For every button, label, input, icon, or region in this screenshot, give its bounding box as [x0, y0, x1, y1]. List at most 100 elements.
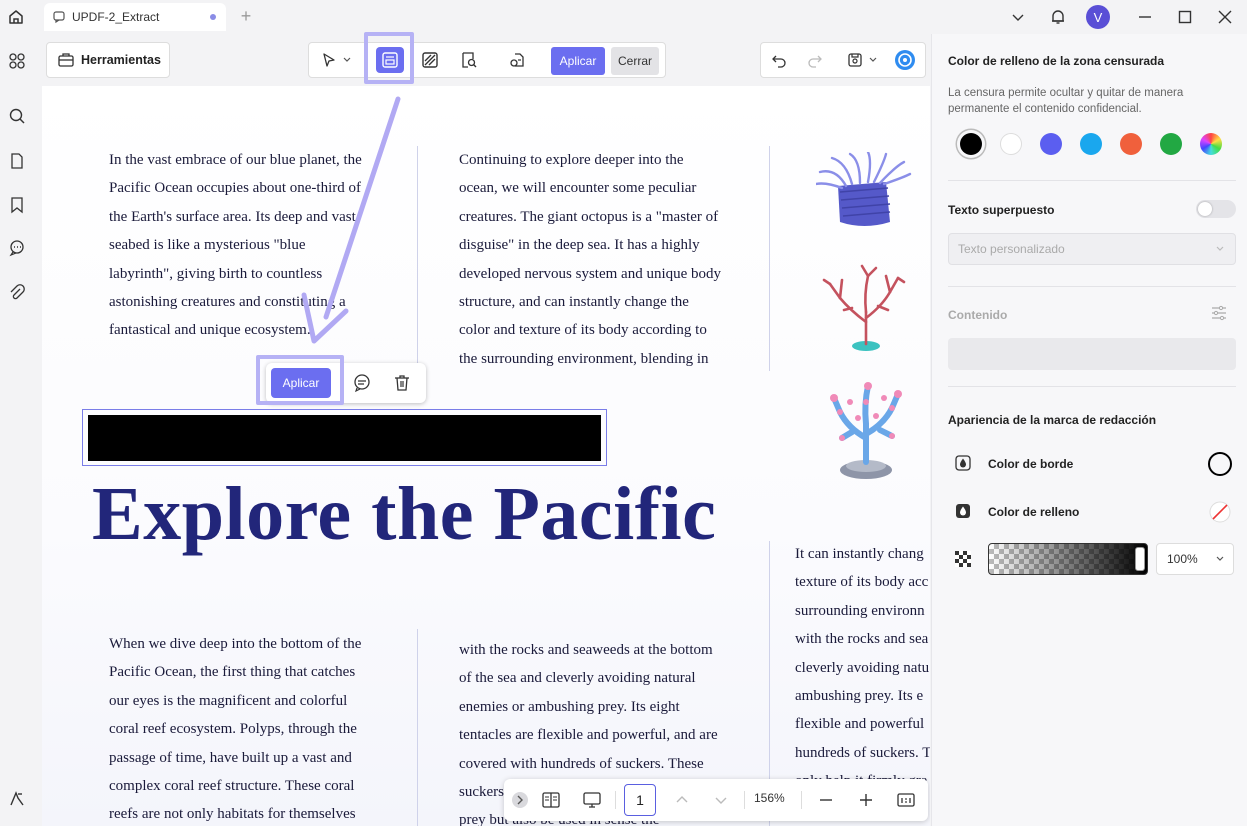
- swatch-black[interactable]: [960, 133, 982, 155]
- left-rail: [0, 34, 38, 826]
- swatch-white[interactable]: [1000, 133, 1022, 155]
- document-canvas[interactable]: In the vast embrace of our blue planet, …: [42, 86, 930, 826]
- column-divider: [769, 146, 770, 371]
- tab-title: UPDF-2_Extract: [72, 10, 160, 24]
- fill-description: La censura permite ocultar y quitar de m…: [948, 87, 1184, 115]
- column-divider: [417, 146, 418, 368]
- user-avatar[interactable]: V: [1086, 5, 1110, 29]
- thumbnails-icon[interactable]: [6, 50, 28, 72]
- minimize-icon[interactable]: [1132, 4, 1158, 30]
- previous-page-icon[interactable]: [670, 788, 694, 812]
- bookmark-icon[interactable]: [6, 194, 28, 216]
- swatch-orange[interactable]: [1120, 133, 1142, 155]
- page-number-input[interactable]: 1: [624, 784, 656, 816]
- home-icon[interactable]: [4, 5, 28, 29]
- comments-icon[interactable]: [6, 237, 28, 259]
- border-color-swatch[interactable]: [1208, 452, 1232, 476]
- search-redact-icon[interactable]: [455, 47, 483, 73]
- expand-chevron-icon[interactable]: [508, 788, 532, 812]
- content-label: Contenido: [948, 308, 1008, 322]
- comment-icon[interactable]: [350, 371, 374, 395]
- title-bar: UPDF-2_Extract + V: [0, 0, 1247, 34]
- blue-coral-image: [822, 372, 908, 482]
- overlay-text-select[interactable]: Texto personalizado: [948, 233, 1236, 265]
- chevron-down-icon[interactable]: [1005, 4, 1031, 30]
- opacity-value: 100%: [1167, 552, 1198, 566]
- divider: [948, 386, 1236, 387]
- sanitize-document-icon[interactable]: [504, 47, 532, 73]
- opacity-slider[interactable]: [988, 543, 1148, 575]
- ai-sync-icon[interactable]: [891, 47, 919, 73]
- paragraph-col1-bottom: When we dive deep into the bottom of the…: [109, 636, 362, 823]
- redaction-tool-group: Aplicar Cerrar: [308, 42, 666, 78]
- fill-drop-icon: [954, 502, 972, 520]
- page-layout-icon[interactable]: [539, 788, 563, 812]
- zoom-in-icon[interactable]: [854, 788, 878, 812]
- fill-color-label: Color de relleno: [988, 505, 1080, 519]
- swatch-green[interactable]: [1160, 133, 1182, 155]
- page-navigation-bar: 1 156%: [504, 779, 928, 821]
- mark-redaction-area-icon[interactable]: [376, 47, 404, 73]
- divider: [948, 180, 1236, 181]
- appearance-title: Apariencia de la marca de redacción: [948, 413, 1157, 427]
- actual-size-icon[interactable]: [894, 788, 918, 812]
- overlay-text-toggle[interactable]: [1196, 200, 1236, 218]
- swatch-custom-color-icon[interactable]: [1200, 133, 1222, 155]
- redaction-mark[interactable]: [88, 415, 601, 461]
- chevron-down-icon[interactable]: [865, 47, 881, 73]
- opacity-checker-icon: [954, 550, 972, 568]
- presentation-icon[interactable]: [580, 788, 604, 812]
- separator: [615, 791, 616, 809]
- separator: [744, 791, 745, 809]
- redaction-floating-toolbar: Aplicar: [266, 363, 426, 403]
- chevron-down-icon[interactable]: [339, 47, 355, 73]
- sliders-icon[interactable]: [1210, 304, 1228, 327]
- sea-anemone-image: [814, 150, 912, 228]
- redact-pages-icon[interactable]: [416, 47, 444, 73]
- zoom-level[interactable]: 156%: [754, 791, 785, 805]
- divider: [948, 286, 1236, 287]
- zoom-out-icon[interactable]: [814, 788, 838, 812]
- paragraph-col2-top: Continuing to explore deeper into the oc…: [459, 152, 722, 367]
- paragraph-col3-mid: It can instantly chang texture of its bo…: [795, 546, 930, 789]
- no-fill-color-swatch[interactable]: [1208, 500, 1232, 524]
- apply-button[interactable]: Aplicar: [551, 47, 605, 75]
- next-page-icon[interactable]: [709, 788, 733, 812]
- undo-icon[interactable]: [765, 47, 793, 73]
- tools-label: Herramientas: [81, 53, 161, 67]
- fill-color-title: Color de relleno de la zona censurada: [948, 54, 1165, 68]
- opacity-select[interactable]: 100%: [1156, 543, 1234, 575]
- search-icon[interactable]: [6, 105, 28, 127]
- redo-icon[interactable]: [801, 47, 829, 73]
- attachment-icon[interactable]: [6, 282, 28, 304]
- redaction-properties-panel: Color de relleno de la zona censurada La…: [931, 34, 1247, 826]
- unsaved-dot-icon: [210, 14, 216, 20]
- border-drop-icon: [954, 454, 972, 472]
- main-toolbar: Herramientas Aplicar Cerrar: [42, 36, 930, 86]
- history-tool-group: [760, 42, 926, 78]
- red-coral-image: [820, 262, 908, 354]
- swatch-blue[interactable]: [1040, 133, 1062, 155]
- overlay-text-title: Texto superpuesto: [948, 203, 1055, 217]
- floating-apply-button[interactable]: Aplicar: [271, 368, 331, 398]
- column-divider: [417, 629, 418, 826]
- opacity-slider-handle[interactable]: [1135, 547, 1145, 571]
- tools-button[interactable]: Herramientas: [46, 42, 170, 78]
- instruction-arrow: [301, 96, 401, 344]
- border-color-label: Color de borde: [988, 457, 1074, 471]
- content-input[interactable]: [948, 338, 1236, 370]
- close-button[interactable]: Cerrar: [611, 47, 659, 75]
- new-tab-plus-icon[interactable]: +: [236, 6, 256, 26]
- chevron-down-icon: [1216, 246, 1224, 251]
- document-tab[interactable]: UPDF-2_Extract: [44, 3, 226, 31]
- comment-icon: [52, 10, 66, 24]
- chevron-down-icon: [1216, 556, 1224, 561]
- document-title: Explore the Pacific: [92, 472, 717, 556]
- maximize-icon[interactable]: [1172, 4, 1198, 30]
- delete-icon[interactable]: [390, 371, 414, 395]
- ai-assistant-icon[interactable]: [6, 788, 28, 810]
- close-window-icon[interactable]: [1212, 4, 1238, 30]
- swatch-cyan[interactable]: [1080, 133, 1102, 155]
- pages-icon[interactable]: [6, 150, 28, 172]
- bell-icon[interactable]: [1045, 4, 1071, 30]
